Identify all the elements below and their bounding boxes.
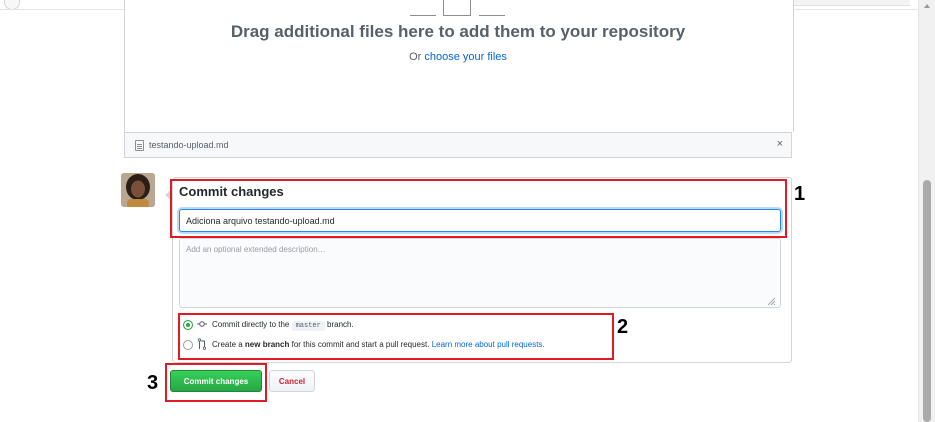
remove-file-icon[interactable]: × [777, 138, 783, 150]
annotation-number-1: 1 [794, 183, 806, 205]
file-icon [135, 140, 144, 151]
page-scrollbar[interactable] [918, 0, 935, 422]
annotation-box-3 [165, 363, 267, 402]
scroll-up-arrow-icon[interactable] [924, 4, 930, 8]
commit-description-input[interactable] [179, 238, 781, 308]
scrollbar-thumb[interactable] [923, 180, 931, 422]
drop-zone-subtitle: Or choose your files [124, 51, 792, 63]
drop-zone-title: Drag additional files here to add them t… [230, 22, 686, 41]
annotation-number-2: 2 [617, 316, 629, 338]
drag-files-icon [410, 0, 506, 16]
file-drop-zone[interactable] [124, 0, 794, 132]
annotation-box-1 [170, 179, 787, 238]
choose-files-link[interactable]: choose your files [424, 51, 507, 63]
avatar [121, 173, 155, 207]
annotation-box-2 [178, 313, 614, 360]
uploaded-file-name: testando-upload.md [149, 140, 229, 150]
cancel-button[interactable]: Cancel [269, 370, 315, 392]
textarea-resize-handle-icon[interactable] [767, 297, 775, 305]
or-text: Or [409, 51, 422, 63]
annotation-number-3: 3 [147, 372, 159, 394]
uploaded-file-row: testando-upload.md × [124, 132, 792, 158]
